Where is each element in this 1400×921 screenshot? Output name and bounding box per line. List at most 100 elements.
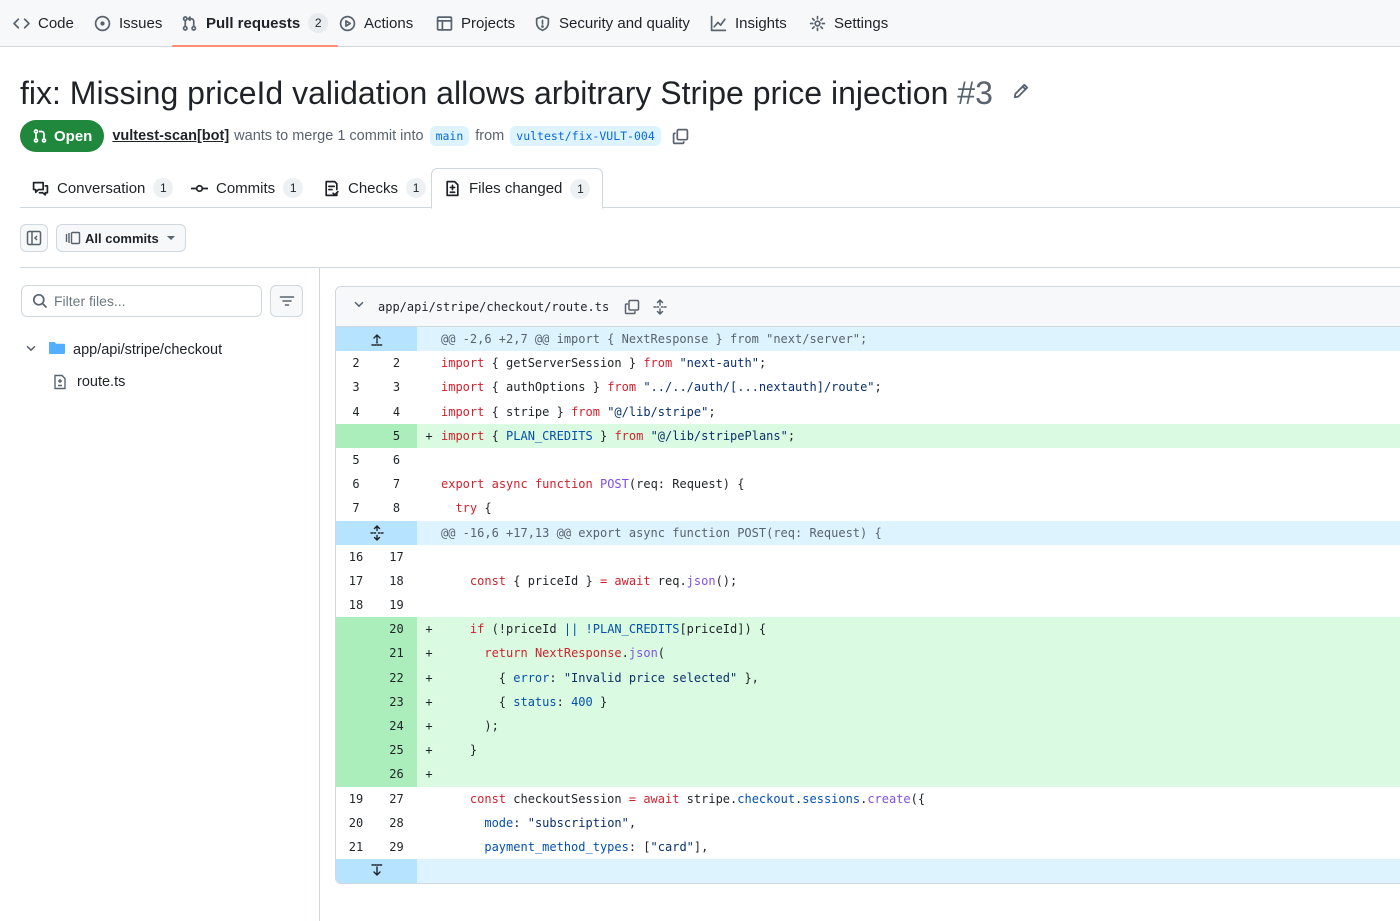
old-line-number[interactable] [336,641,376,666]
new-line-number[interactable]: 26 [376,762,417,787]
expand-both-icon[interactable] [336,520,417,545]
old-line-number[interactable] [336,423,376,448]
nav-security-label: Security and quality [559,14,690,32]
new-line-number[interactable]: 20 [376,617,417,642]
tab-files-changed[interactable]: Files changed 1 [431,168,604,209]
edit-title-icon[interactable] [1012,82,1032,102]
tab-checks[interactable]: Checks 1 [323,168,427,208]
pr-number: #3 [957,75,993,111]
new-line-number[interactable]: 25 [376,738,417,763]
expand-down-icon[interactable] [336,859,417,883]
diff-line-added: 25 + } [336,738,1400,763]
nav-actions-label: Actions [364,14,414,32]
old-line-number[interactable]: 20 [336,811,376,835]
new-line-number[interactable]: 29 [376,835,417,859]
old-line-number[interactable] [336,689,376,714]
new-line-number[interactable]: 23 [376,689,417,714]
nav-security[interactable]: Security and quality [533,0,690,46]
old-line-number[interactable]: 6 [336,472,376,496]
diff-line: 78 try { [336,496,1400,520]
copy-icon[interactable] [671,126,691,146]
nav-code[interactable]: Code [12,0,74,46]
pr-meta: Open vultest-scan[bot] wants to merge 1 … [20,120,691,152]
nav-settings[interactable]: Settings [808,0,888,46]
filter-files-input[interactable] [54,293,254,309]
hunk-text: @@ -2,6 +2,7 @@ import { NextResponse } … [441,332,868,346]
file-diff: app/api/stripe/checkout/route.ts @@ -2,6… [335,286,1400,884]
old-line-number[interactable]: 2 [336,351,376,375]
code-line: import { getServerSession } from "next-a… [441,356,767,371]
old-line-number[interactable] [336,665,376,690]
pr-title: fix: Missing priceId validation allows a… [20,72,993,114]
old-line-number[interactable]: 5 [336,448,376,472]
new-line-number[interactable]: 5 [376,423,417,448]
new-line-number[interactable]: 17 [376,545,417,569]
nav-pull-requests[interactable]: Pull requests 2 [171,0,339,47]
diff-line: 20 28 mode: "subscription", [336,811,1400,835]
nav-insights[interactable]: Insights [709,0,787,46]
new-line-number[interactable]: 3 [376,375,417,399]
old-line-number[interactable] [336,617,376,642]
code-line: const checkoutSession = await stripe.che… [469,791,926,806]
old-line-number[interactable]: 3 [336,375,376,399]
new-line-number[interactable]: 24 [376,714,417,739]
diff-line: 19 27 const checkoutSession = await strip… [336,787,1400,811]
file-diff-icon [446,180,459,197]
code-line: import { stripe } from "@/lib/stripe"; [441,404,716,419]
commits-dropdown[interactable]: All commits [56,224,186,252]
new-line-number[interactable]: 27 [376,787,417,811]
collapse-file-icon[interactable] [352,297,378,316]
diff-line-added: 26 + [336,762,1400,787]
expand-up-icon[interactable] [336,327,417,352]
old-line-number[interactable] [336,762,376,787]
old-line-number[interactable]: 19 [336,787,376,811]
expand-all-icon[interactable] [649,296,671,318]
file-tree-divider [319,268,320,921]
line-marker [417,787,441,811]
new-line-number[interactable]: 6 [376,448,417,472]
new-line-number[interactable]: 21 [376,641,417,666]
diff-line: 44 import { stripe } from "@/lib/stripe"… [336,400,1400,424]
line-marker [417,545,441,569]
new-line-number[interactable]: 7 [376,472,417,496]
diff-line: 22 import { getServerSession } from "nex… [336,351,1400,375]
new-line-number[interactable]: 4 [376,400,417,424]
old-line-number[interactable]: 18 [336,593,376,617]
nav-actions[interactable]: Actions [338,0,413,46]
line-marker [417,593,441,617]
tab-commits[interactable]: Commits 1 [191,168,304,208]
old-line-number[interactable]: 4 [336,400,376,424]
filter-options-button[interactable] [270,285,303,317]
new-line-number[interactable]: 22 [376,665,417,690]
diff-line-added: 21 + return NextResponse.json( [336,641,1400,666]
old-line-number[interactable]: 21 [336,835,376,859]
diff-file-path[interactable]: app/api/stripe/checkout/route.ts [378,300,609,314]
new-line-number[interactable]: 19 [376,593,417,617]
table-icon [435,14,453,32]
base-branch[interactable]: main [429,126,470,146]
tab-conversation[interactable]: Conversation 1 [32,168,174,208]
copy-icon[interactable] [621,296,643,318]
tree-directory-label: app/api/stripe/checkout [73,342,223,358]
line-marker [417,835,441,859]
new-line-number[interactable]: 2 [376,351,417,375]
new-line-number[interactable]: 8 [376,496,417,520]
head-branch[interactable]: vultest/fix-VULT-004 [510,126,661,146]
new-line-number[interactable]: 28 [376,811,417,835]
diff-line-added: 23 + { status: 400 } [336,689,1400,714]
author-link[interactable]: vultest-scan[bot] [112,128,229,144]
toggle-file-tree-button[interactable] [20,224,48,252]
new-line-number[interactable]: 18 [376,569,417,593]
old-line-number[interactable]: 16 [336,545,376,569]
line-marker [417,496,441,520]
old-line-number[interactable] [336,738,376,763]
nav-issues[interactable]: Issues [93,0,162,46]
tree-directory[interactable]: app/api/stripe/checkout [20,336,222,364]
tree-file[interactable]: route.ts [52,368,125,396]
nav-projects[interactable]: Projects [435,0,515,46]
repo-nav: Code Issues Pull requests 2 Actions Proj… [0,0,1400,47]
old-line-number[interactable] [336,714,376,739]
old-line-number[interactable]: 17 [336,569,376,593]
nav-insights-label: Insights [735,14,787,32]
old-line-number[interactable]: 7 [336,496,376,520]
